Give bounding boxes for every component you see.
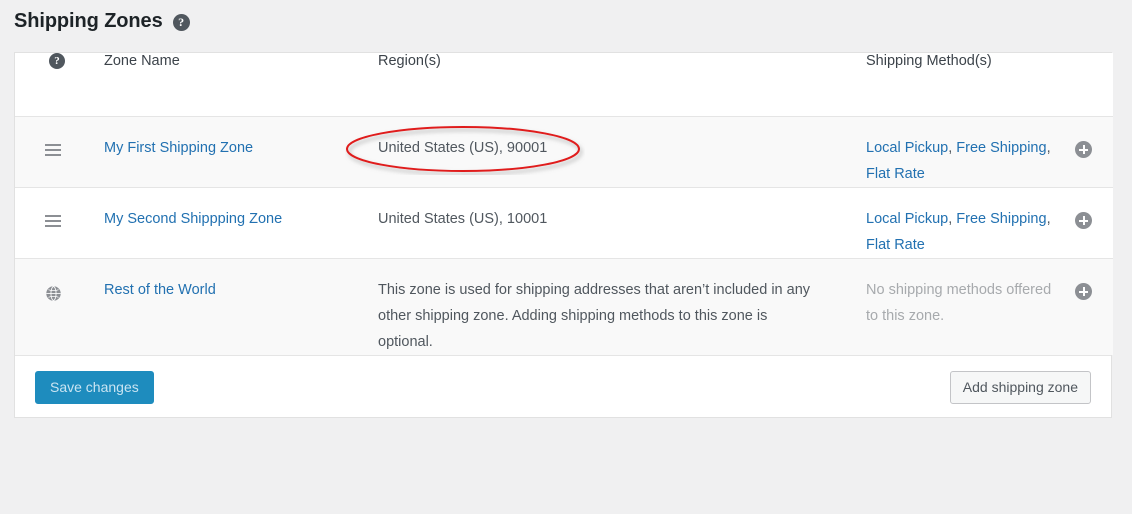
column-header-action <box>1075 53 1113 116</box>
method-link[interactable]: Free Shipping <box>956 211 1046 227</box>
method-link[interactable]: Local Pickup <box>866 211 948 227</box>
zones-footer: Save changes Add shipping zone <box>15 354 1111 417</box>
method-list: Local Pickup, Free Shipping, Flat Rate <box>866 210 1051 253</box>
zone-name-link[interactable]: My First Shipping Zone <box>104 140 253 156</box>
table-row: My First Shipping Zone United States (US… <box>15 116 1113 187</box>
help-icon[interactable]: ? <box>172 13 190 31</box>
zone-sort-cell <box>15 116 91 187</box>
zone-action-cell <box>1075 258 1113 355</box>
method-link[interactable]: Flat Rate <box>866 166 925 182</box>
table-header: ? Zone Name Region(s) Shipping Method(s) <box>15 53 1113 116</box>
zone-name-cell: My First Shipping Zone <box>91 116 365 187</box>
method-link[interactable]: Free Shipping <box>956 140 1046 156</box>
page-title: Shipping Zones <box>14 10 163 32</box>
shipping-zones-page: Shipping Zones ? ? Zone Name Region(s) S… <box>0 0 1132 514</box>
zone-action-cell <box>1075 116 1113 187</box>
table-row: Rest of the World This zone is used for … <box>15 258 1113 355</box>
table-row: My Second Shippping Zone United States (… <box>15 187 1113 258</box>
zone-sort-cell <box>15 258 91 355</box>
zone-name-link[interactable]: Rest of the World <box>104 282 216 298</box>
drag-handle-icon[interactable] <box>45 214 61 227</box>
no-methods-text: No shipping methods offered to this zone… <box>866 281 1052 324</box>
zone-regions-cell: United States (US), 90001 <box>378 139 548 156</box>
zone-name-cell: My Second Shippping Zone <box>91 187 365 258</box>
zone-name-cell: Rest of the World <box>91 258 365 355</box>
zone-regions-cell: This zone is used for shipping addresses… <box>378 281 811 350</box>
column-header-zone-name: Zone Name <box>104 53 180 69</box>
zone-methods-cell: No shipping methods offered to this zone… <box>853 258 1075 355</box>
zone-sort-cell <box>15 187 91 258</box>
page-heading: Shipping Zones ? <box>14 7 190 35</box>
column-header-regions: Region(s) <box>378 53 441 69</box>
add-circle-icon[interactable] <box>1075 283 1092 301</box>
table-header-row: ? Zone Name Region(s) Shipping Method(s) <box>15 53 1113 116</box>
method-list: Local Pickup, Free Shipping, Flat Rate <box>866 139 1051 182</box>
add-shipping-zone-button[interactable]: Add shipping zone <box>949 370 1091 404</box>
shipping-zones-table: ? Zone Name Region(s) Shipping Method(s)… <box>15 53 1113 355</box>
zone-regions-cell: United States (US), 10001 <box>378 210 548 227</box>
drag-handle-icon[interactable] <box>45 143 61 156</box>
zone-methods-cell: Local Pickup, Free Shipping, Flat Rate <box>853 116 1075 187</box>
zone-methods-cell: Local Pickup, Free Shipping, Flat Rate <box>853 187 1075 258</box>
add-circle-icon[interactable] <box>1075 141 1092 159</box>
globe-icon <box>45 285 62 302</box>
save-changes-button[interactable]: Save changes <box>35 370 154 404</box>
add-circle-icon[interactable] <box>1075 212 1092 230</box>
column-header-handle: ? <box>15 53 91 116</box>
zone-action-cell <box>1075 187 1113 258</box>
method-link[interactable]: Local Pickup <box>866 140 948 156</box>
sort-help-icon[interactable]: ? <box>49 53 65 69</box>
zone-name-link[interactable]: My Second Shippping Zone <box>104 211 282 227</box>
method-link[interactable]: Flat Rate <box>866 237 925 253</box>
table-body: My First Shipping Zone United States (US… <box>15 116 1113 355</box>
shipping-zones-panel: ? Zone Name Region(s) Shipping Method(s)… <box>14 52 1113 418</box>
column-header-methods: Shipping Method(s) <box>866 53 992 69</box>
